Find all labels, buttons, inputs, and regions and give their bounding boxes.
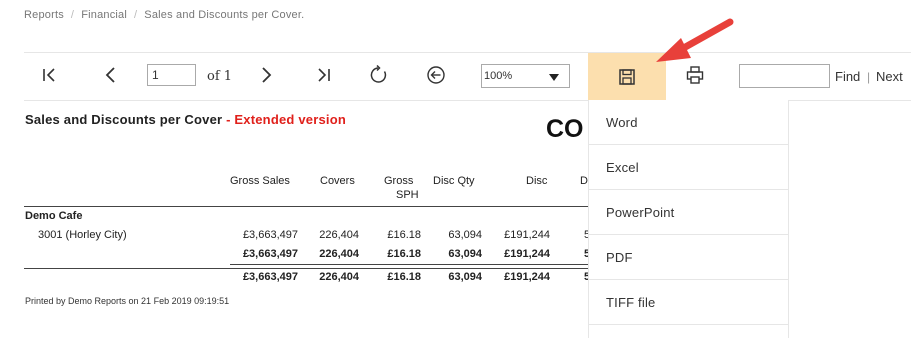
zoom-select[interactable]: 100% [481,64,570,88]
breadcrumb-separator: / [70,9,75,21]
column-header-gross-sales: Gross Sales [230,175,290,187]
cell-gross-sales: £3,663,497 [242,229,298,241]
company-logo-text: CO [546,115,584,143]
header-divider [24,206,589,207]
next-link[interactable]: Next [876,69,903,84]
row-label: 3001 (Horley City) [38,229,127,241]
report-title: Sales and Discounts per Cover - Extended… [25,112,346,127]
report-page: Sales and Discounts per Cover - Extended… [24,100,589,338]
find-next-separator: | [867,70,871,84]
print-icon[interactable] [683,63,707,87]
total-sph: £16.18 [387,271,421,283]
cell-covers: 226,404 [319,229,359,241]
find-link[interactable]: Find [835,69,860,84]
find-input[interactable] [739,64,830,88]
breadcrumb-reports[interactable]: Reports [24,9,64,21]
subtotal-sph: £16.18 [387,248,421,260]
page-number-input[interactable] [147,64,196,86]
export-excel[interactable]: Excel [589,145,788,190]
breadcrumb-financial[interactable]: Financial [81,9,127,21]
total-gross-sales: £3,663,497 [242,271,298,283]
export-pdf[interactable]: PDF [589,235,788,280]
next-page-icon[interactable] [254,63,278,87]
export-powerpoint[interactable]: PowerPoint [589,190,788,235]
group-name: Demo Cafe [25,210,83,222]
page-count-label: of 1 [207,69,233,84]
back-icon[interactable] [424,63,448,87]
column-header-disc: Disc [526,175,548,187]
total-covers: 226,404 [319,271,359,283]
cell-disc: £191,244 [504,229,550,241]
previous-page-icon[interactable] [99,63,123,87]
chevron-down-icon [549,74,559,81]
subtotal-disc-qty: 63,094 [448,248,482,260]
breadcrumb-separator: / [134,9,138,21]
column-header-covers: Covers [320,175,355,187]
cell-sph: £16.18 [387,229,421,241]
column-header-disc-qty: Disc Qty [433,175,475,187]
export-tiff[interactable]: TIFF file [589,280,788,325]
report-title-suffix: - Extended version [222,112,346,127]
column-header-d: D [580,175,588,187]
subtotal-covers: 226,404 [319,248,359,260]
printed-by-footer: Printed by Demo Reports on 21 Feb 2019 0… [25,296,230,306]
last-page-icon[interactable] [311,63,335,87]
refresh-icon[interactable] [367,63,391,87]
total-disc-qty: 63,094 [448,271,482,283]
cell-disc-qty: 63,094 [448,229,482,241]
breadcrumb-current: Sales and Discounts per Cover. [144,9,305,21]
save-icon [619,68,635,85]
column-header-gross: Gross [384,175,414,187]
subtotal-disc: £191,244 [504,248,550,260]
total-disc: £191,244 [504,271,550,283]
breadcrumb: Reports / Financial / Sales and Discounts pe… [24,9,304,21]
report-toolbar: of 1 100% Find | Next [24,52,911,101]
export-word[interactable]: Word [589,100,788,145]
first-page-icon[interactable] [38,63,62,87]
subtotal-divider [230,264,589,265]
save-export-button[interactable] [588,53,666,100]
total-divider [24,268,589,269]
zoom-value: 100% [484,70,513,82]
export-menu: Word Excel PowerPoint PDF TIFF file [588,100,789,338]
subtotal-gross-sales: £3,663,497 [242,248,298,260]
column-header-sph: SPH [396,189,419,201]
